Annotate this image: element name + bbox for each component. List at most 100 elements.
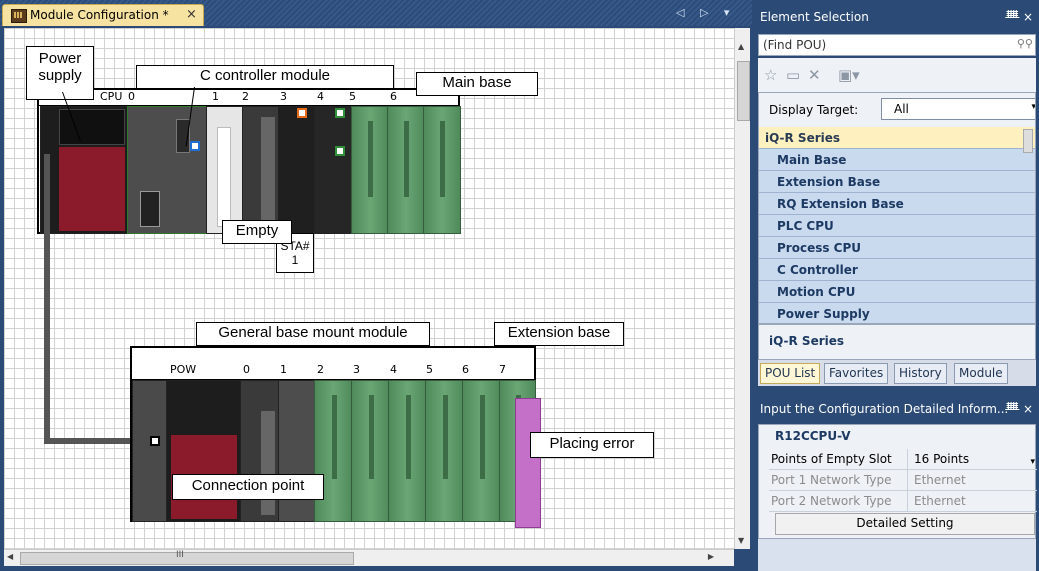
list-scroll-thumb[interactable] <box>1023 129 1033 153</box>
list-item-category[interactable]: iQ-R Series <box>759 127 1035 149</box>
module-name: R12CCPU-V <box>775 429 851 443</box>
empty-green-slot[interactable] <box>351 106 389 234</box>
callout-general-base-mount-module: General base mount module <box>196 322 430 346</box>
vertical-scroll-thumb[interactable] <box>737 61 750 121</box>
tab-pou-list[interactable]: POU List <box>760 363 821 384</box>
scroll-up-icon[interactable]: ▲ <box>738 42 744 51</box>
main-slot-label: 1 <box>212 90 219 103</box>
list-item[interactable]: RQ Extension Base <box>759 193 1035 215</box>
detail-key: Port 2 Network Type <box>771 494 892 508</box>
empty-slot-panel <box>217 127 231 227</box>
view-options-icon[interactable]: ▣▾ <box>838 66 860 84</box>
network-module-2[interactable] <box>314 106 352 234</box>
display-target-select[interactable]: All ▾ <box>881 98 1036 120</box>
configuration-canvas[interactable]: P CPU 0 1 2 3 4 5 6 STA# <box>4 28 734 549</box>
general-base-mount-module[interactable] <box>278 380 316 522</box>
list-item[interactable]: Process CPU <box>759 237 1035 259</box>
element-toolbar: ☆ ▭ ✕ ▣▾ <box>758 58 1036 92</box>
chevron-down-icon[interactable]: ▾ <box>1030 452 1035 472</box>
right-dock-panels: Element Selection ᚙ × (Find POU) ⚲⚲ ☆ ▭ … <box>752 0 1039 571</box>
detail-panel: R12CCPU-V Points of Empty Slot 16 Points… <box>758 424 1037 539</box>
list-item[interactable]: Extension Base <box>759 171 1035 193</box>
detail-panel-title: Input the Configuration Detailed Inform.… <box>760 402 1009 416</box>
tab-module-configuration[interactable]: Module Configuration * × <box>2 4 204 26</box>
detail-key: Points of Empty Slot <box>771 452 892 466</box>
selected-description: iQ-R Series <box>758 324 1036 360</box>
connection-point-icon[interactable] <box>150 436 160 446</box>
ext-io-module[interactable] <box>240 380 280 522</box>
find-pou-input[interactable]: (Find POU) ⚲⚲ <box>758 34 1036 56</box>
empty-green-slot[interactable] <box>387 106 425 234</box>
empty-green-slot[interactable] <box>462 380 501 522</box>
empty-green-slot[interactable] <box>314 380 353 522</box>
callout-empty: Empty <box>222 220 292 244</box>
scroll-grip: III <box>176 550 184 560</box>
connection-point-icon[interactable] <box>335 108 345 118</box>
close-tab-icon[interactable]: × <box>186 7 197 22</box>
detail-value[interactable]: 16 Points <box>907 449 1037 469</box>
tab-title: Module Configuration * <box>30 8 169 22</box>
scroll-right-icon[interactable]: ▶ <box>708 552 714 561</box>
extension-cable <box>44 154 50 444</box>
network-module[interactable] <box>278 106 316 234</box>
detail-panel-title-bar: Input the Configuration Detailed Inform.… <box>756 398 1039 420</box>
horizontal-scrollbar[interactable]: ◀ III ▶ <box>4 549 734 566</box>
connection-point-icon[interactable] <box>190 141 200 151</box>
detailed-setting-button[interactable]: Detailed Setting <box>775 513 1035 535</box>
display-target-value: All <box>894 102 909 116</box>
tab-module[interactable]: Module <box>954 363 1008 384</box>
detail-row[interactable]: Points of Empty Slot 16 Points ▾ <box>769 449 1037 470</box>
connection-point-icon[interactable] <box>335 146 345 156</box>
c-controller-module[interactable] <box>127 106 207 234</box>
find-pou-placeholder: (Find POU) <box>763 38 827 52</box>
extension-connector[interactable] <box>132 380 168 522</box>
list-item[interactable]: Power Supply <box>759 303 1035 323</box>
callout-connection-point: Connection point <box>172 474 324 500</box>
main-slot-label: 6 <box>390 90 397 103</box>
tab-history[interactable]: History <box>894 363 947 384</box>
folder-icon[interactable]: ▭ <box>786 66 800 84</box>
scroll-left-icon[interactable]: ◀ <box>7 552 13 561</box>
placing-error-module[interactable] <box>515 398 541 528</box>
callout-extension-base: Extension base <box>494 322 624 346</box>
detail-key: Port 1 Network Type <box>771 473 892 487</box>
pin-close-icons[interactable]: ᚙ × <box>1005 6 1033 28</box>
pin-close-icons[interactable]: ᚙ × <box>1005 398 1033 420</box>
io-module[interactable] <box>242 106 280 234</box>
connection-point-icon[interactable] <box>297 108 307 118</box>
extension-power-supply-module[interactable] <box>166 380 242 522</box>
tab-favorites[interactable]: Favorites <box>824 363 889 384</box>
ext-slot-label: 3 <box>353 363 360 376</box>
detail-row: Port 1 Network Type Ethernet <box>769 470 1037 491</box>
detail-value: Ethernet <box>907 470 1037 490</box>
list-item[interactable]: C Controller <box>759 259 1035 281</box>
search-binoculars-icon[interactable]: ⚲⚲ <box>1017 37 1033 50</box>
empty-green-slot[interactable] <box>425 380 464 522</box>
empty-green-slot[interactable] <box>423 106 461 234</box>
cpu-ports <box>140 191 160 227</box>
vertical-scrollbar[interactable]: ▲ ▼ <box>734 28 750 549</box>
tab-navigation-icons[interactable]: ◁ ▷ ▾ <box>676 6 735 19</box>
module-configuration-window: Module Configuration * × ◁ ▷ ▾ P CPU 0 1… <box>0 0 752 571</box>
empty-slot-module[interactable] <box>206 106 244 234</box>
horizontal-scroll-thumb[interactable] <box>20 552 354 565</box>
ext-slot-label: 2 <box>317 363 324 376</box>
empty-green-slot[interactable] <box>351 380 390 522</box>
list-item[interactable]: Main Base <box>759 149 1035 171</box>
detail-row: Port 2 Network Type Ethernet <box>769 491 1037 512</box>
ext-slot-label: 1 <box>280 363 287 376</box>
element-list[interactable]: Display Target: All ▾ iQ-R Series Main B… <box>758 92 1036 324</box>
detail-panel-footer <box>758 539 1036 571</box>
scroll-down-icon[interactable]: ▼ <box>738 536 744 545</box>
favorite-star-icon[interactable]: ☆ <box>764 66 777 84</box>
delete-icon[interactable]: ✕ <box>808 66 821 84</box>
callout-main-base: Main base <box>416 72 538 96</box>
power-supply-module[interactable] <box>40 106 128 234</box>
list-item[interactable]: PLC CPU <box>759 215 1035 237</box>
chevron-down-icon: ▾ <box>1031 102 1036 112</box>
empty-green-slot[interactable] <box>388 380 427 522</box>
main-slot-label: CPU <box>100 90 123 103</box>
element-selection-title: Element Selection <box>760 10 869 24</box>
list-item[interactable]: Motion CPU <box>759 281 1035 303</box>
main-slot-label: 5 <box>349 90 356 103</box>
